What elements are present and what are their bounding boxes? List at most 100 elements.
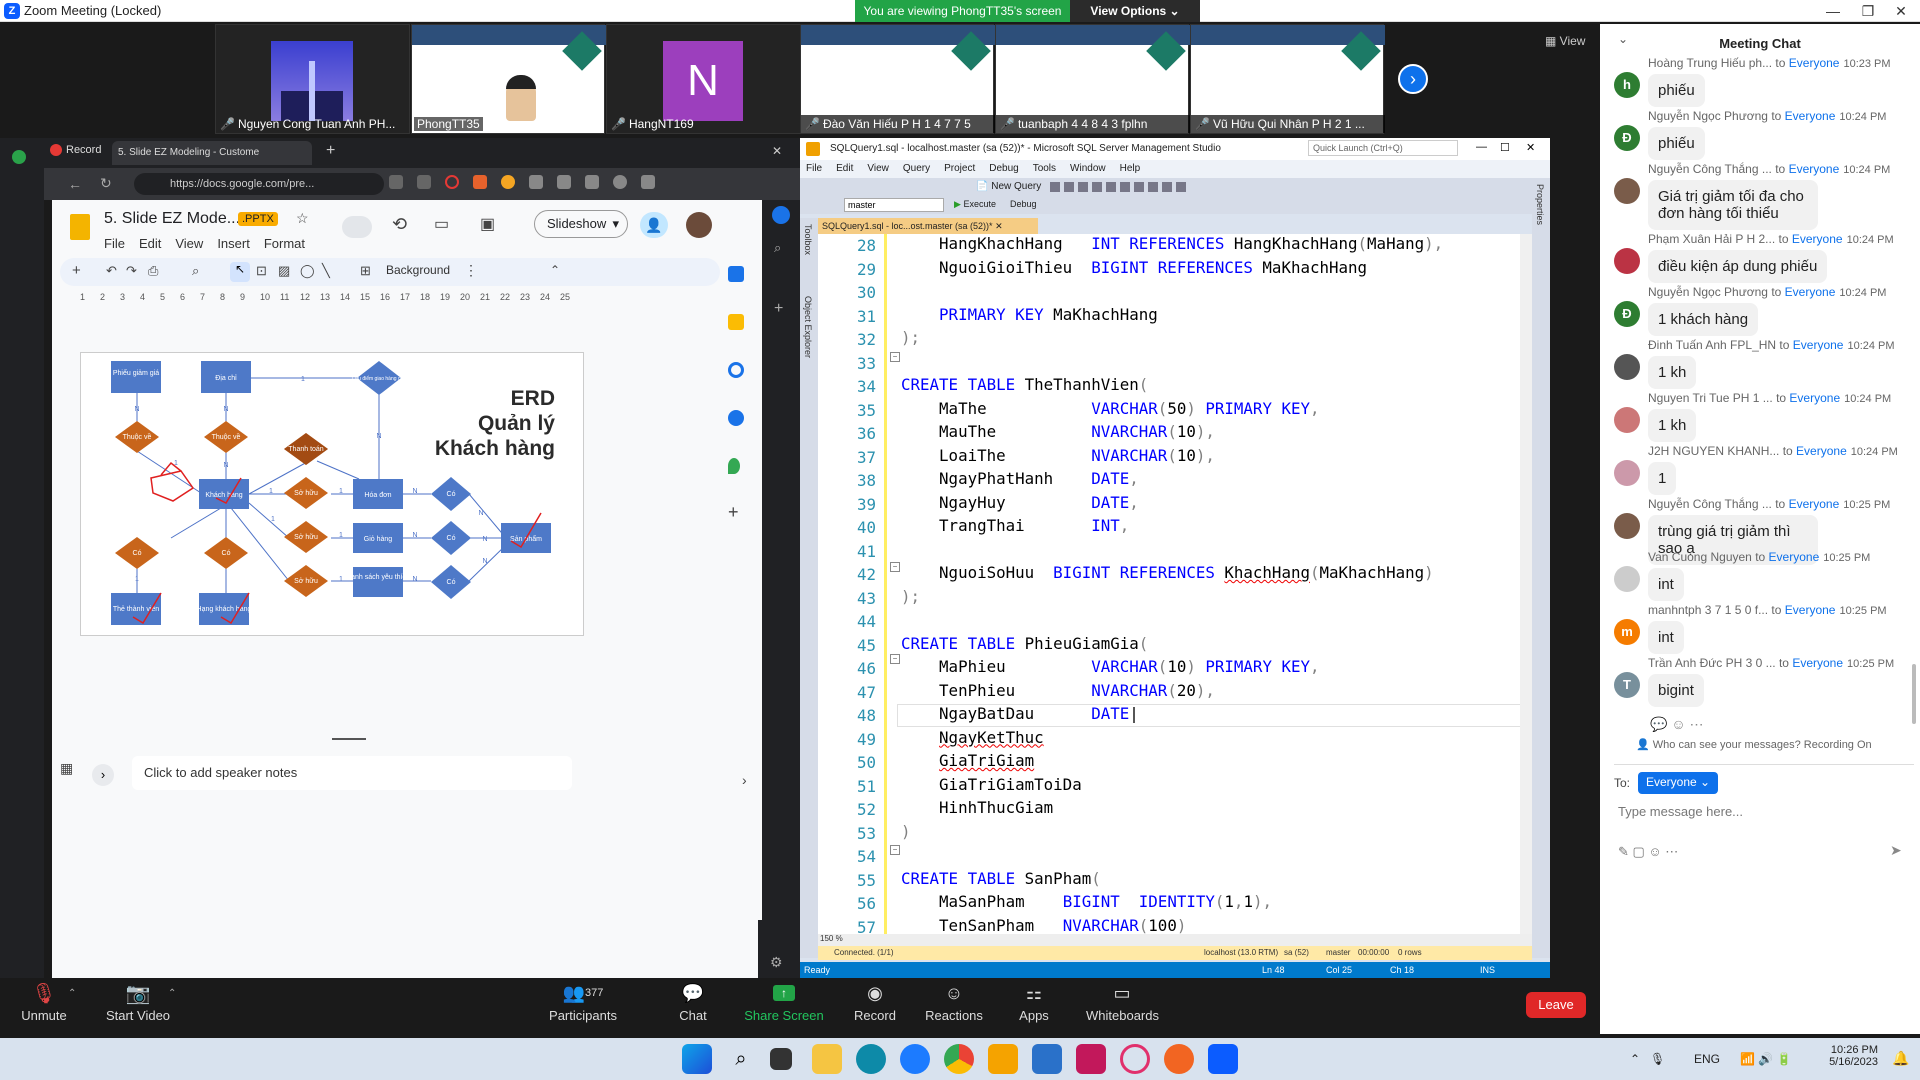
menu-tools[interactable]: Tools — [1033, 160, 1056, 178]
tasks-icon[interactable] — [728, 362, 744, 378]
system-tray-icons[interactable]: 📶 🔊 🔋 — [1740, 1052, 1792, 1066]
avatar[interactable] — [1614, 248, 1640, 274]
participants-button[interactable]: 👥 377 Participants — [538, 978, 628, 1038]
ssms-minimize-icon[interactable]: — — [1476, 141, 1487, 153]
collapse-icon[interactable]: − — [890, 562, 900, 572]
avatar[interactable]: h — [1614, 72, 1640, 98]
menu-edit[interactable]: Edit — [836, 160, 853, 178]
bing-icon[interactable] — [772, 206, 790, 224]
participant-video-4[interactable]: 🎤 Đào Văn Hiếu P H 1 4 7 7 5 — [800, 24, 995, 134]
grid-view-icon[interactable]: ▦ — [60, 760, 88, 788]
menu-view[interactable]: View — [867, 160, 889, 178]
tray-icons[interactable]: ⌃ 🎙 — [1630, 1052, 1665, 1066]
collapse-icon[interactable]: − — [890, 845, 900, 855]
collab-icon[interactable] — [342, 216, 372, 238]
search-icon[interactable]: ⌕ — [774, 240, 781, 256]
tab-record[interactable]: Record — [66, 144, 101, 156]
zalo-icon[interactable] — [900, 1044, 930, 1074]
calendar-icon[interactable] — [728, 266, 744, 282]
share-screen-button[interactable]: ↑ Share Screen — [744, 978, 824, 1038]
reload-icon[interactable]: ↻ — [100, 175, 112, 192]
database-select[interactable]: master — [844, 198, 944, 212]
url-field[interactable]: https://docs.google.com/pre... — [134, 173, 384, 195]
vertical-scrollbar[interactable] — [1520, 234, 1532, 934]
opera-icon[interactable] — [1120, 1044, 1150, 1074]
video-icon[interactable]: ▣ — [480, 214, 495, 234]
expand-icon[interactable]: › — [92, 764, 114, 786]
edge-icon[interactable] — [856, 1044, 886, 1074]
query-tab[interactable]: SQLQuery1.sql - loc...ost.master (sa (52… — [818, 218, 1038, 234]
whiteboards-button[interactable]: ▭ Whiteboards — [1086, 978, 1159, 1038]
menu-project[interactable]: Project — [944, 160, 975, 178]
new-tab-icon[interactable]: + — [326, 142, 335, 160]
menu-view[interactable]: View — [175, 236, 203, 251]
background-button[interactable]: Background — [386, 263, 450, 277]
next-page-icon[interactable]: › — [1398, 64, 1428, 94]
maximize-icon[interactable]: ❐ — [1855, 2, 1881, 20]
user-avatar[interactable] — [686, 212, 712, 238]
history-icon[interactable]: ⟲ — [392, 214, 407, 235]
apps-button[interactable]: ⚏ Apps — [1014, 978, 1054, 1038]
menu-insert[interactable]: Insert — [217, 236, 250, 251]
close-icon[interactable]: ✕ — [1888, 2, 1914, 20]
menu-edit[interactable]: Edit — [139, 236, 161, 251]
postman-icon[interactable] — [1164, 1044, 1194, 1074]
reactions-button[interactable]: ☺ Reactions — [924, 978, 984, 1038]
minimize-icon[interactable]: — — [1820, 2, 1846, 20]
slideshow-button[interactable]: Slideshow ▾ — [534, 210, 628, 238]
speaker-notes[interactable]: Click to add speaker notes — [132, 756, 572, 790]
chrome-icon[interactable] — [944, 1044, 974, 1074]
collapse-icon[interactable]: − — [890, 352, 900, 362]
ssms-maximize-icon[interactable]: ☐ — [1500, 141, 1510, 154]
debug-button[interactable]: Debug — [1010, 199, 1037, 209]
add-icon[interactable]: + — [774, 300, 783, 318]
image-icon[interactable]: ▨ — [278, 263, 290, 279]
zoom-level[interactable]: 150 % — [820, 934, 843, 943]
menu-query[interactable]: Query — [903, 160, 930, 178]
browser-close-icon[interactable]: ✕ — [772, 144, 782, 158]
message-input[interactable]: Type message here... — [1618, 804, 1743, 819]
menu-file[interactable]: File — [104, 236, 125, 251]
object-explorer-tab[interactable]: Object Explorer — [803, 296, 813, 358]
tab-slides[interactable]: 5. Slide EZ Modeling - Custome — [112, 141, 312, 165]
zoom-icon[interactable]: ⌕ — [192, 263, 199, 279]
menu-window[interactable]: Window — [1070, 160, 1106, 178]
view-button[interactable]: ▦ View — [1545, 34, 1585, 48]
comment-icon[interactable]: ▭ — [434, 214, 449, 234]
participant-video-5[interactable]: 🎤 tuanbaph 4 4 8 4 3 fplhn — [995, 24, 1190, 134]
start-icon[interactable] — [682, 1044, 712, 1074]
tab-close-icon[interactable]: ✕ — [995, 221, 1003, 231]
line-icon[interactable]: ╲ — [322, 263, 330, 279]
redo-icon[interactable]: ↷ — [126, 263, 137, 279]
contacts-icon[interactable] — [728, 410, 744, 426]
avatar[interactable] — [1614, 178, 1640, 204]
avatar[interactable]: m — [1614, 619, 1640, 645]
avatar[interactable] — [1614, 566, 1640, 592]
explorer-icon[interactable] — [812, 1044, 842, 1074]
message-actions[interactable]: 💬 ☺ ⋯ — [1650, 716, 1704, 733]
quick-launch-input[interactable]: Quick Launch (Ctrl+Q) — [1308, 140, 1458, 156]
start-video-button[interactable]: 📷 Start Video — [98, 978, 178, 1038]
textbox-icon[interactable]: ⊡ — [256, 263, 267, 279]
more-icon[interactable]: ⋮ — [464, 262, 478, 279]
intellij-icon[interactable] — [1076, 1044, 1106, 1074]
properties-tab[interactable]: Properties — [1535, 184, 1545, 225]
add-addon-icon[interactable]: + — [728, 502, 739, 523]
search-icon[interactable]: ⌕ — [726, 1044, 756, 1074]
code-editor[interactable]: 28 29 30 31 32 33 34 35 36 37 38 39 40 41 42 43 44 45 46 47… — [818, 234, 1532, 934]
menu-file[interactable]: File — [806, 160, 822, 178]
undo-icon[interactable]: ↶ — [106, 263, 117, 279]
avatar[interactable]: T — [1614, 672, 1640, 698]
share-icon[interactable]: 👤 — [640, 212, 668, 238]
recipient-select[interactable]: Everyone ⌄ — [1638, 772, 1719, 794]
notifications-icon[interactable]: 🔔 — [1892, 1050, 1909, 1067]
participant-video-1[interactable]: 🎤 Nguyen Cong Tuan Anh PH... — [215, 24, 410, 134]
record-button[interactable]: ◉ Record — [848, 978, 902, 1038]
leave-button[interactable]: Leave — [1526, 992, 1586, 1018]
keep-icon[interactable] — [728, 314, 744, 330]
avatar[interactable]: Đ — [1614, 301, 1640, 327]
new-slide-icon[interactable]: + — [72, 262, 81, 279]
back-icon[interactable]: ← — [68, 176, 82, 192]
ssms-taskbar-icon[interactable] — [1032, 1044, 1062, 1074]
avatar[interactable] — [1614, 354, 1640, 380]
